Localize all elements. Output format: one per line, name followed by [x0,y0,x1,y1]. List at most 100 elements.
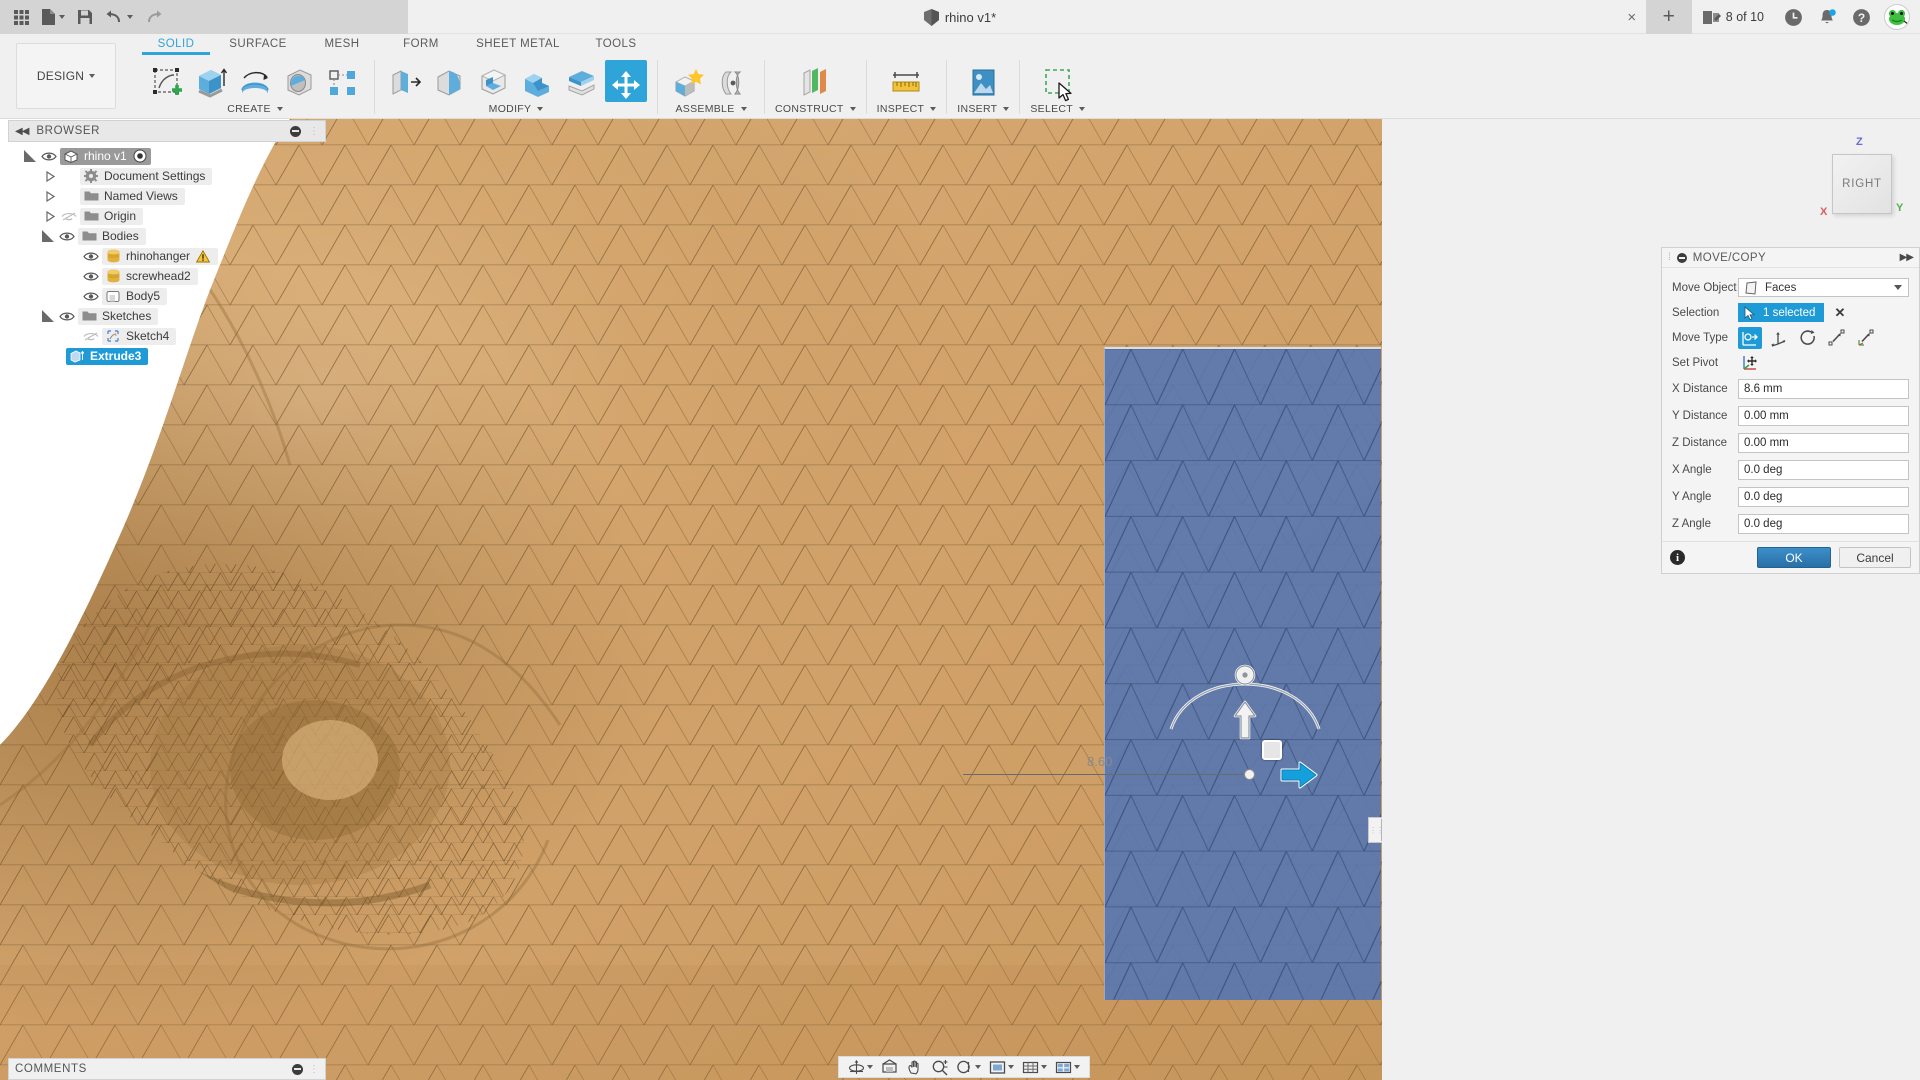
press-pull-icon[interactable] [385,60,427,102]
tree-node-rhinohanger[interactable]: rhinohanger [8,246,326,266]
offset-plane-icon[interactable] [794,60,836,102]
visibility-eye-icon[interactable] [56,311,78,322]
twisty-closed-icon[interactable] [42,211,58,222]
close-tab-button[interactable]: × [1618,0,1646,34]
tree-node-body[interactable]: Origin [80,208,143,225]
extrude-icon[interactable] [190,60,232,102]
fit-icon[interactable] [953,1057,984,1077]
view-cube[interactable]: Z X Y RIGHT [1818,140,1904,226]
create-sketch-icon[interactable] [146,60,188,102]
origin-handle-dot[interactable] [1244,769,1255,780]
tree-node-body5[interactable]: Body5 [8,286,326,306]
resize-grip-icon[interactable]: ⋮ [309,1064,319,1075]
tab-form[interactable]: FORM [380,34,462,50]
y-angle-input[interactable]: 0.0 deg [1738,487,1909,507]
shell-icon[interactable] [473,60,515,102]
selection-button[interactable]: 1 selected [1738,303,1824,322]
visibility-eye-hidden-icon[interactable] [58,211,80,222]
chevron-down-icon[interactable] [127,15,133,19]
tab-solid[interactable]: SOLID [140,34,212,50]
move-object-select[interactable]: Faces [1738,278,1909,297]
chevron-down-icon[interactable] [930,107,936,111]
chevron-down-icon[interactable] [975,1065,981,1069]
save-icon[interactable] [72,3,98,31]
panel-assemble-label[interactable]: ASSEMBLE [675,103,746,115]
tree-node-body[interactable]: rhino v1 [60,148,151,165]
chevron-down-icon[interactable] [59,15,65,19]
drag-grip-icon[interactable]: ⋮⋮ [1371,819,1381,841]
tree-node-body[interactable]: Extrude3 [66,348,148,365]
tree-node-origin[interactable]: Origin [8,206,326,226]
visibility-eye-icon[interactable] [80,291,102,302]
visibility-eye-icon[interactable] [80,271,102,282]
panel-insert-label[interactable]: INSERT [957,103,1009,115]
tab-sheet-metal[interactable]: SHEET METAL [462,34,574,50]
cancel-button[interactable]: Cancel [1839,547,1911,568]
tree-node-body[interactable]: Named Views [80,188,185,205]
display-settings-icon[interactable] [986,1057,1017,1077]
avatar[interactable] [1884,4,1910,30]
panel-modify-label[interactable]: MODIFY [489,103,544,115]
panel-inspect-label[interactable]: INSPECT [877,103,937,115]
collapse-dialog-icon[interactable] [1677,253,1687,263]
tree-node-sketches[interactable]: Sketches [8,306,326,326]
joint-icon[interactable] [712,60,754,102]
panel-construct-label[interactable]: CONSTRUCT [775,103,856,115]
pattern-icon[interactable] [322,60,364,102]
chevron-down-icon[interactable] [1894,285,1902,290]
chevron-down-icon[interactable] [1079,107,1085,111]
chevron-down-icon[interactable] [741,107,747,111]
chevron-down-icon[interactable] [1041,1065,1047,1069]
x-angle-input[interactable]: 0.0 deg [1738,460,1909,480]
panel-create-label[interactable]: CREATE [227,103,283,115]
expand-right-icon[interactable]: ▶▶ [1900,252,1913,263]
tree-node-screwhead2[interactable]: screwhead2 [8,266,326,286]
warning-icon[interactable] [195,249,211,263]
resize-grip-icon[interactable]: ⋮ [309,126,319,137]
tree-node-body[interactable]: Sketch4 [102,328,176,345]
z-angle-input[interactable]: 0.0 deg [1738,514,1909,534]
move-copy-icon[interactable] [605,60,647,102]
chevron-down-icon[interactable] [1074,1065,1080,1069]
tree-node-named-views[interactable]: Named Views [8,186,326,206]
tab-surface[interactable]: SURFACE [212,34,304,50]
chevron-down-icon[interactable] [89,74,95,78]
chevron-down-icon[interactable] [1003,107,1009,111]
new-tab-button[interactable]: + [1646,0,1692,34]
clear-selection-icon[interactable]: ✕ [1834,305,1845,321]
notifications-icon[interactable] [1810,0,1844,34]
x-axis-arrow-handle[interactable] [1280,760,1318,790]
visibility-eye-icon[interactable] [80,251,102,262]
point-to-position-icon[interactable] [1854,327,1878,349]
planar-move-handle[interactable] [1262,740,1282,760]
pan-icon[interactable] [903,1057,926,1077]
dimension-input-popup[interactable]: ⋮⋮ [1368,817,1382,843]
tree-node-document-settings[interactable]: Document Settings [8,166,326,186]
tab-count-button[interactable]: 8 of 10 [1692,0,1776,34]
tree-node-sketch4[interactable]: Sketch4 [8,326,326,346]
viewports-icon[interactable] [1052,1057,1083,1077]
point-to-point-icon[interactable] [1825,327,1849,349]
tree-node-extrude3[interactable]: Extrude3 [8,346,326,366]
panel-select-label[interactable]: SELECT [1030,103,1085,115]
grid-snaps-icon[interactable] [1019,1057,1050,1077]
tree-node-body[interactable]: rhinohanger [102,248,218,265]
distance-input[interactable] [1381,819,1382,841]
twisty-closed-icon[interactable] [42,191,58,202]
info-icon[interactable]: i [1670,550,1685,565]
x-distance-input[interactable]: 8.6 mm [1738,379,1909,399]
new-file-icon[interactable] [38,3,68,31]
dialog-header[interactable]: ⁞ MOVE/COPY ▶▶ [1662,248,1919,268]
collapse-panel-icon[interactable]: ◀◀ [15,126,28,137]
chevron-down-icon[interactable] [537,107,543,111]
rotate-icon[interactable] [1796,327,1820,349]
twisty-open-icon[interactable] [40,230,56,242]
visibility-eye-icon[interactable] [56,231,78,242]
z-distance-input[interactable]: 0.00 mm [1738,433,1909,453]
ok-button[interactable]: OK [1757,547,1831,568]
revolve-icon[interactable] [234,60,276,102]
redo-icon[interactable] [140,3,166,31]
y-axis-arrow-handle[interactable] [1233,700,1257,740]
tree-node-rhino-v1[interactable]: rhino v1 [8,146,326,166]
recent-icon[interactable] [1776,0,1810,34]
